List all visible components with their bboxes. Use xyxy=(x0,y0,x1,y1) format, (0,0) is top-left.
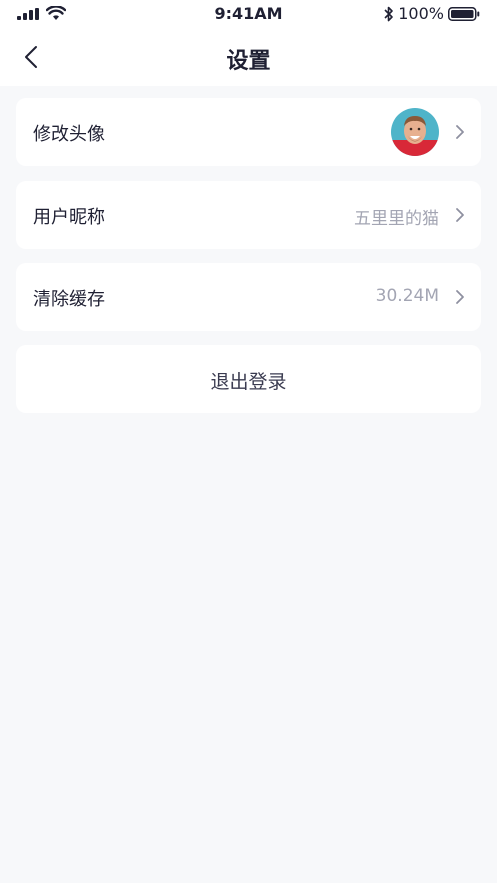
clear-cache-label: 清除缓存 xyxy=(33,289,105,310)
nickname-setting-row[interactable]: 用户昵称 五里里的猫 xyxy=(16,181,481,249)
avatar-setting-row[interactable]: 修改头像 xyxy=(16,98,481,166)
logout-button[interactable]: 退出登录 xyxy=(16,345,481,413)
cache-size-value: 30.24M xyxy=(375,286,439,306)
chevron-right-icon xyxy=(456,125,464,139)
status-bar: 9:41AM 100% xyxy=(0,0,497,28)
chevron-right-icon xyxy=(456,290,464,304)
chevron-right-icon xyxy=(456,208,464,222)
logout-label: 退出登录 xyxy=(210,371,287,393)
battery-percent: 100% xyxy=(398,4,444,23)
page-title: 设置 xyxy=(226,49,271,74)
avatar-setting-label: 修改头像 xyxy=(33,124,105,145)
bluetooth-icon xyxy=(384,6,394,21)
status-right: 100% xyxy=(384,4,480,23)
nickname-value: 五里里的猫 xyxy=(354,209,439,229)
navigation-bar: 设置 xyxy=(0,28,497,86)
nickname-setting-label: 用户昵称 xyxy=(33,207,105,228)
clear-cache-setting-row[interactable]: 清除缓存 30.24M xyxy=(16,263,481,331)
battery-icon xyxy=(448,6,480,21)
avatar xyxy=(391,108,439,156)
